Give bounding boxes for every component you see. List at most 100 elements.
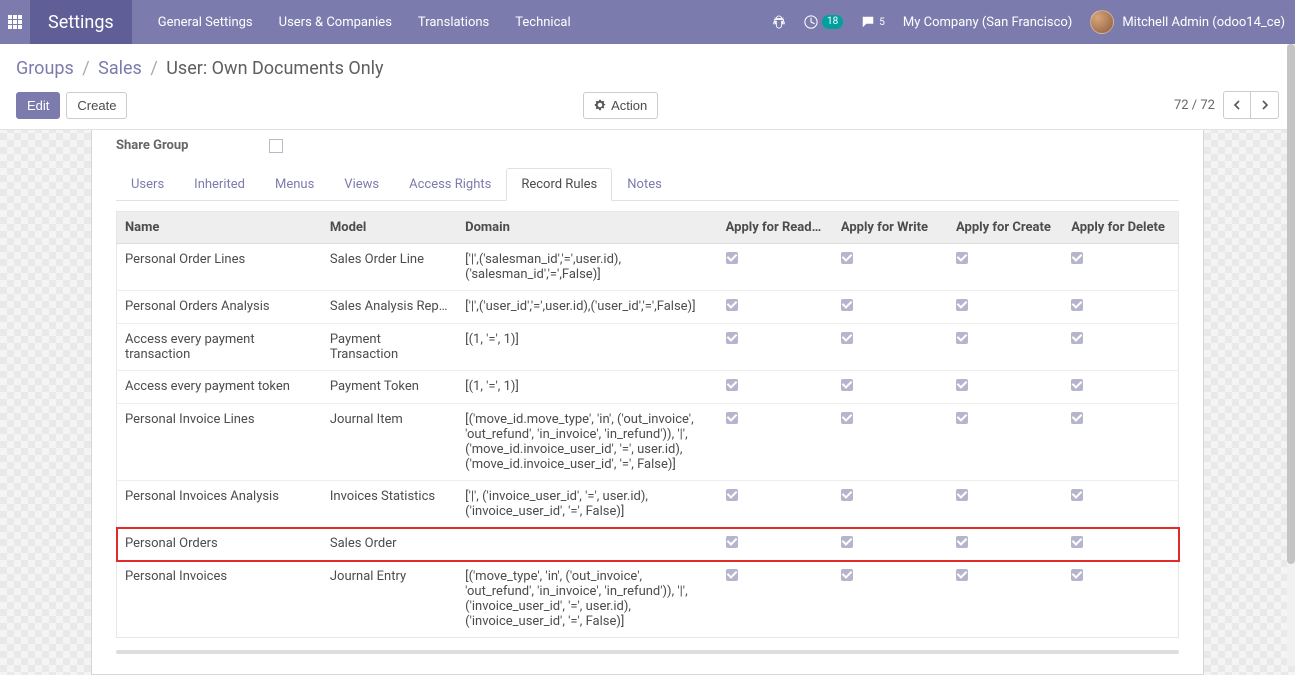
cell-write [833, 371, 948, 404]
cell-write [833, 404, 948, 481]
check-icon [1071, 379, 1083, 391]
table-row[interactable]: Personal Invoice LinesJournal Item[('mov… [117, 404, 1179, 481]
table-row[interactable]: Personal InvoicesJournal Entry[('move_ty… [117, 561, 1179, 638]
activities-icon[interactable]: 18 [804, 15, 843, 29]
col-name[interactable]: Name [117, 212, 322, 244]
pager-next[interactable] [1251, 91, 1279, 119]
check-icon [956, 332, 968, 344]
scrollbar-thumb[interactable] [1287, 44, 1295, 564]
cell-model: Journal Entry [322, 561, 457, 638]
col-create[interactable]: Apply for Create [948, 212, 1063, 244]
check-icon [726, 252, 738, 264]
table-row[interactable]: Personal OrdersSales Order [117, 528, 1179, 561]
check-icon [956, 569, 968, 581]
cell-model: Invoices Statistics [322, 481, 457, 528]
cell-domain: [('move_type', 'in', ('out_invoice', 'ou… [457, 561, 717, 638]
tab-users[interactable]: Users [116, 168, 179, 201]
apps-button[interactable] [0, 0, 30, 44]
gear-icon [594, 99, 606, 111]
cell-delete [1063, 561, 1178, 638]
user-name: Mitchell Admin (odoo14_ce) [1122, 15, 1285, 30]
cell-delete [1063, 371, 1178, 404]
user-menu[interactable]: Mitchell Admin (odoo14_ce) [1090, 10, 1285, 34]
messages-icon[interactable]: 5 [861, 15, 885, 29]
cell-create [948, 244, 1063, 291]
cell-read [718, 291, 833, 324]
activities-badge: 18 [822, 15, 843, 29]
nav-item-general[interactable]: General Settings [158, 15, 253, 30]
cell-delete [1063, 481, 1178, 528]
check-icon [1071, 252, 1083, 264]
check-icon [841, 299, 853, 311]
cell-domain: ['|',('user_id','=',user.id),('user_id',… [457, 291, 717, 324]
check-icon [956, 412, 968, 424]
check-icon [841, 412, 853, 424]
pager-prev[interactable] [1223, 91, 1251, 119]
breadcrumb-groups[interactable]: Groups [16, 58, 74, 79]
tab-inherited[interactable]: Inherited [179, 168, 260, 201]
tab-record-rules[interactable]: Record Rules [506, 168, 612, 201]
breadcrumb-sales[interactable]: Sales [98, 58, 142, 79]
check-icon [841, 379, 853, 391]
check-icon [1071, 569, 1083, 581]
tabs: Users Inherited Menus Views Access Right… [116, 167, 1179, 201]
cell-create [948, 291, 1063, 324]
col-domain[interactable]: Domain [457, 212, 717, 244]
debug-icon[interactable] [772, 15, 786, 29]
chevron-right-icon [1260, 100, 1270, 110]
cell-name: Personal Orders [117, 528, 322, 561]
tab-notes[interactable]: Notes [612, 168, 677, 201]
cell-write [833, 324, 948, 371]
cell-write [833, 561, 948, 638]
tab-access-rights[interactable]: Access Rights [394, 168, 506, 201]
nav-item-trans[interactable]: Translations [418, 15, 489, 30]
cell-read [718, 324, 833, 371]
form-sheet: Share Group Users Inherited Menus Views … [91, 130, 1204, 675]
app-brand[interactable]: Settings [30, 0, 132, 44]
action-button[interactable]: Action [583, 92, 658, 119]
nav-item-users[interactable]: Users & Companies [279, 15, 392, 30]
tab-views[interactable]: Views [329, 168, 394, 201]
vertical-scrollbar[interactable] [1287, 44, 1295, 666]
check-icon [841, 536, 853, 548]
messages-badge: 5 [879, 17, 885, 28]
cell-read [718, 561, 833, 638]
table-row[interactable]: Personal Order LinesSales Order Line['|'… [117, 244, 1179, 291]
cell-write [833, 244, 948, 291]
cell-name: Personal Invoices Analysis [117, 481, 322, 528]
cell-create [948, 371, 1063, 404]
check-icon [1071, 412, 1083, 424]
table-row[interactable]: Access every payment transactionPayment … [117, 324, 1179, 371]
cell-name: Personal Invoice Lines [117, 404, 322, 481]
cell-read [718, 528, 833, 561]
cell-name: Access every payment transaction [117, 324, 322, 371]
col-model[interactable]: Model [322, 212, 457, 244]
col-delete[interactable]: Apply for Delete [1063, 212, 1178, 244]
table-row[interactable]: Access every payment tokenPayment Token[… [117, 371, 1179, 404]
cell-read [718, 481, 833, 528]
cell-model: Payment Transaction [322, 324, 457, 371]
nav-item-technical[interactable]: Technical [515, 15, 570, 30]
company-switcher[interactable]: My Company (San Francisco) [903, 15, 1072, 30]
cell-create [948, 404, 1063, 481]
systray: 18 5 My Company (San Francisco) Mitchell… [772, 10, 1285, 34]
col-read[interactable]: Apply for Read… [718, 212, 833, 244]
cell-create [948, 481, 1063, 528]
cell-delete [1063, 528, 1178, 561]
pager: 72 / 72 [1174, 91, 1279, 119]
cell-model: Journal Item [322, 404, 457, 481]
table-row[interactable]: Personal Orders AnalysisSales Analysis R… [117, 291, 1179, 324]
tab-menus[interactable]: Menus [260, 168, 329, 201]
check-icon [726, 379, 738, 391]
table-horizontal-scrollbar[interactable] [116, 650, 1179, 654]
navbar: Settings General Settings Users & Compan… [0, 0, 1295, 44]
col-write[interactable]: Apply for Write [833, 212, 948, 244]
edit-button[interactable]: Edit [16, 92, 60, 119]
cell-name: Personal Orders Analysis [117, 291, 322, 324]
table-row[interactable]: Personal Invoices AnalysisInvoices Stati… [117, 481, 1179, 528]
check-icon [726, 299, 738, 311]
share-group-checkbox[interactable] [269, 139, 283, 153]
record-rules-table: Name Model Domain Apply for Read… Apply … [116, 211, 1179, 638]
cell-domain: ['|',('salesman_id','=',user.id),('sales… [457, 244, 717, 291]
check-icon [841, 569, 853, 581]
